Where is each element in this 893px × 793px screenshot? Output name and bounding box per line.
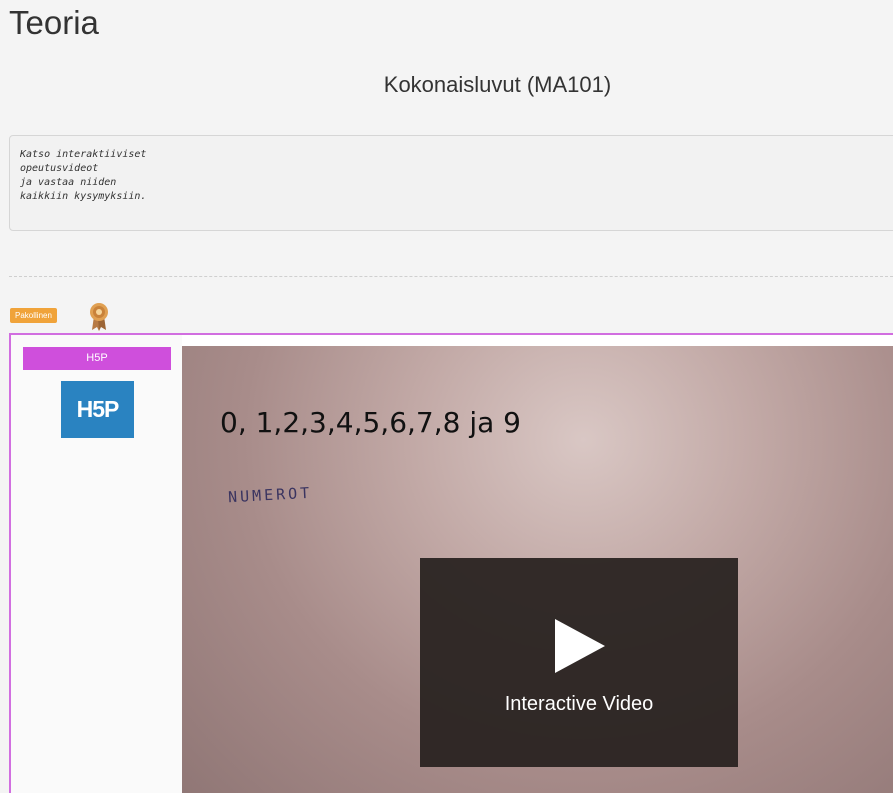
video-frame-heading: 0, 1,2,3,4,5,6,7,8 ja 9 bbox=[220, 406, 521, 439]
play-button[interactable]: Interactive Video bbox=[420, 558, 738, 767]
interactive-video[interactable]: 0, 1,2,3,4,5,6,7,8 ja 9 NUMEROT Interact… bbox=[182, 346, 893, 793]
h5p-activity-container: H5P H5P 0, 1,2,3,4,5,6,7,8 ja 9 NUMEROT … bbox=[9, 333, 893, 793]
instruction-line: Katso interaktiiviset bbox=[20, 149, 147, 160]
video-frame-handwriting: NUMEROT bbox=[227, 483, 313, 507]
h5p-logo: H5P bbox=[61, 381, 134, 438]
play-label: Interactive Video bbox=[504, 693, 654, 715]
section-divider bbox=[9, 276, 893, 277]
award-ribbon-icon bbox=[90, 303, 108, 331]
instructions-box: Katso interaktiiviset opeutusvideot ja v… bbox=[9, 135, 893, 231]
page-title: Teoria bbox=[9, 4, 99, 41]
instruction-line: ja vastaa niiden bbox=[20, 177, 117, 188]
instruction-line: kaikkiin kysymyksiin. bbox=[20, 191, 147, 202]
activity-type-label: H5P bbox=[23, 347, 171, 370]
instruction-line: opeutusvideot bbox=[20, 163, 99, 174]
activity-sidebar: H5P H5P bbox=[11, 335, 182, 793]
play-icon bbox=[555, 619, 605, 673]
section-subtitle: Kokonaisluvut (MA101) bbox=[383, 72, 612, 97]
required-badge: Pakollinen bbox=[10, 308, 57, 323]
